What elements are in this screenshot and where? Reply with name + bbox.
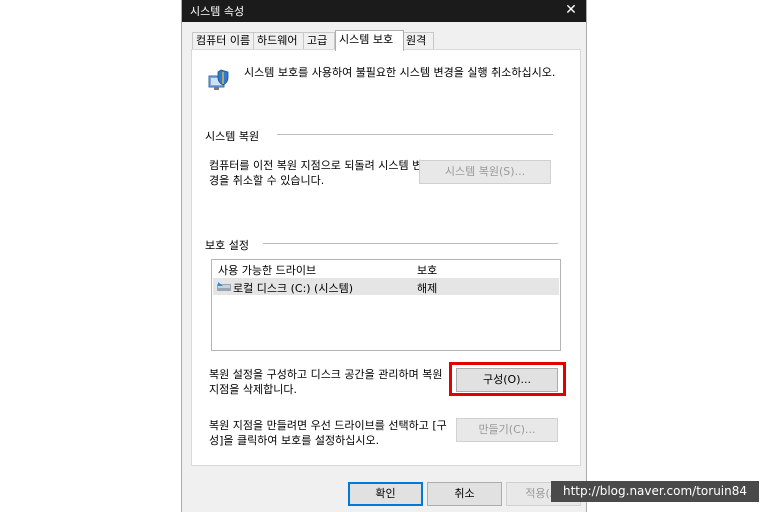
configure-description: 복원 설정을 구성하고 디스크 공간을 관리하며 복원 지점을 삭제합니다.	[209, 368, 443, 396]
protection-group-label: 보호 설정	[205, 239, 249, 252]
drive-list[interactable]: 사용 가능한 드라이브 보호 로컬 디스크 (C:) (시스템) 해제	[211, 259, 561, 351]
column-header-drive[interactable]: 사용 가능한 드라이브	[218, 262, 316, 278]
list-header: 사용 가능한 드라이브 보호	[212, 260, 560, 277]
watermark: http://blog.naver.com/toruin84	[551, 481, 759, 502]
system-restore-button[interactable]: 시스템 복원(S)...	[419, 160, 551, 184]
tab-panel: 시스템 보호를 사용하여 불필요한 시스템 변경을 실행 취소하십시오. 시스템…	[191, 49, 581, 466]
window-title: 시스템 속성	[190, 5, 245, 18]
tab-system-protection[interactable]: 시스템 보호	[335, 30, 404, 51]
tab-hardware[interactable]: 하드웨어	[253, 32, 305, 49]
drive-icon	[217, 282, 231, 291]
tab-remote[interactable]: 원격	[402, 32, 434, 49]
close-icon[interactable]: ✕	[556, 0, 586, 22]
create-description: 복원 지점을 만들려면 우선 드라이브를 선택하고 [구성]을 클릭하여 보호를…	[209, 419, 447, 447]
shield-icon	[208, 69, 229, 90]
drive-protection-status: 해제	[417, 282, 438, 295]
title-bar[interactable]: 시스템 속성 ✕	[182, 0, 586, 22]
ok-button[interactable]: 확인	[348, 482, 423, 506]
list-item[interactable]: 로컬 디스크 (C:) (시스템) 해제	[213, 278, 559, 295]
intro-text: 시스템 보호를 사용하여 불필요한 시스템 변경을 실행 취소하십시오.	[244, 66, 556, 79]
tab-advanced[interactable]: 고급	[303, 32, 335, 49]
restore-group-label: 시스템 복원	[205, 130, 260, 143]
system-properties-dialog: 시스템 속성 ✕ 컴퓨터 이름 하드웨어 고급 시스템 보호 원격 시스템 보호…	[181, 0, 587, 512]
restore-group-divider	[277, 134, 553, 135]
drive-name: 로컬 디스크 (C:) (시스템)	[233, 282, 354, 295]
create-button[interactable]: 만들기(C)...	[456, 418, 558, 442]
protection-group-divider	[263, 243, 558, 244]
configure-highlight-box	[449, 362, 566, 396]
column-header-protection[interactable]: 보호	[417, 262, 437, 278]
restore-description: 컴퓨터를 이전 복원 지점으로 되돌려 시스템 변경을 취소할 수 있습니다.	[209, 159, 423, 187]
cancel-button[interactable]: 취소	[427, 482, 502, 506]
tab-computer-name[interactable]: 컴퓨터 이름	[192, 32, 255, 49]
